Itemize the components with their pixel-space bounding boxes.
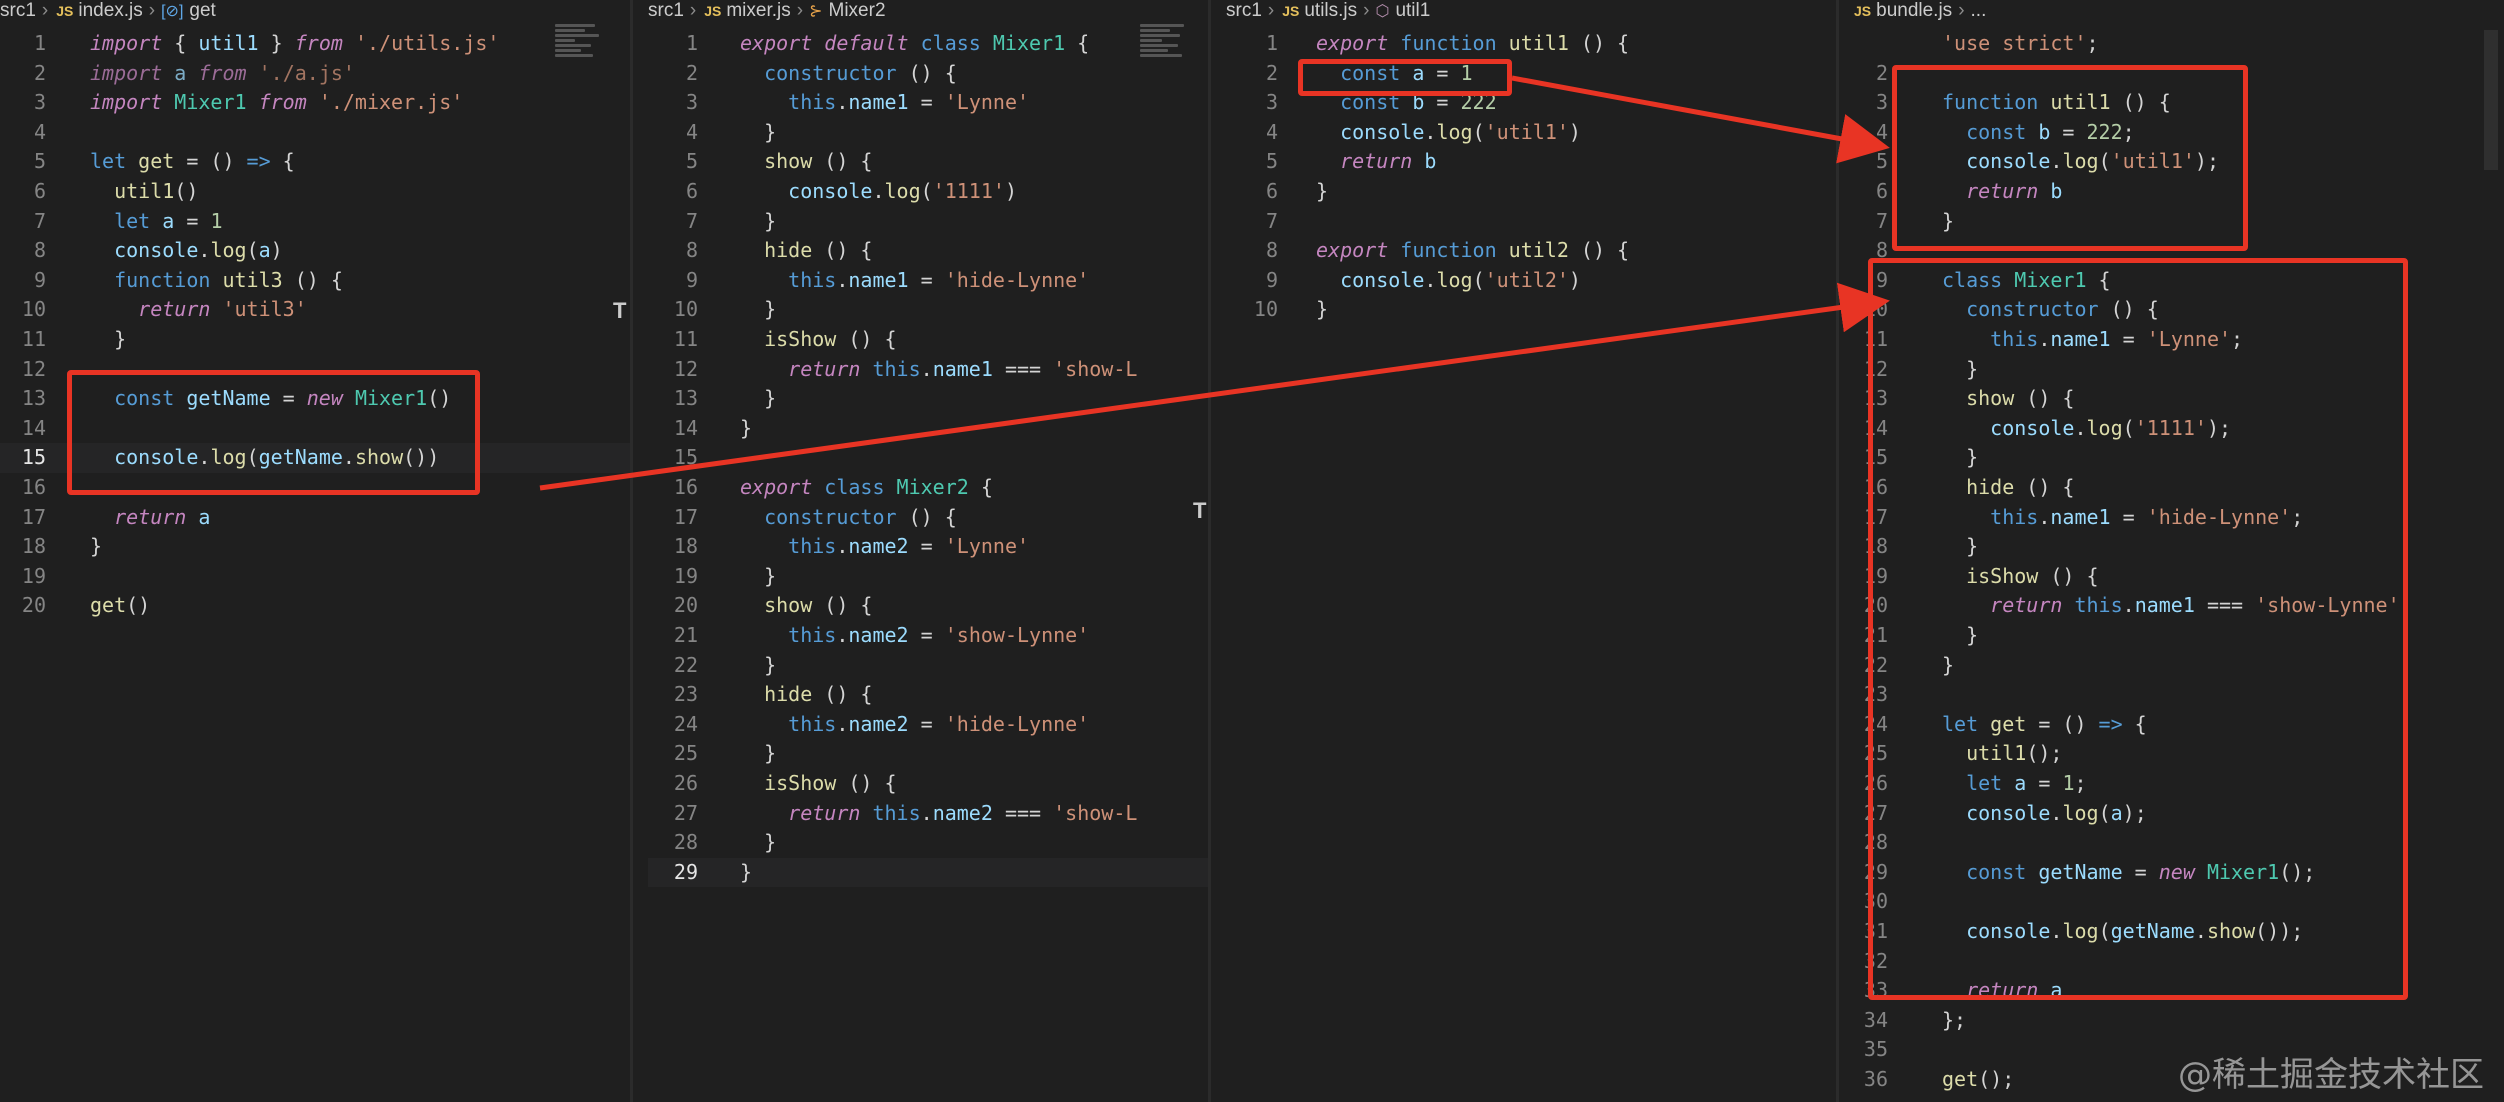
annotation-arrows <box>539 75 1890 491</box>
arrow-index-to-bundle <box>539 282 1890 491</box>
watermark: @稀土掘金技术社区 <box>2178 1055 2484 1095</box>
arrow-utils-to-bundle <box>1511 75 1890 164</box>
